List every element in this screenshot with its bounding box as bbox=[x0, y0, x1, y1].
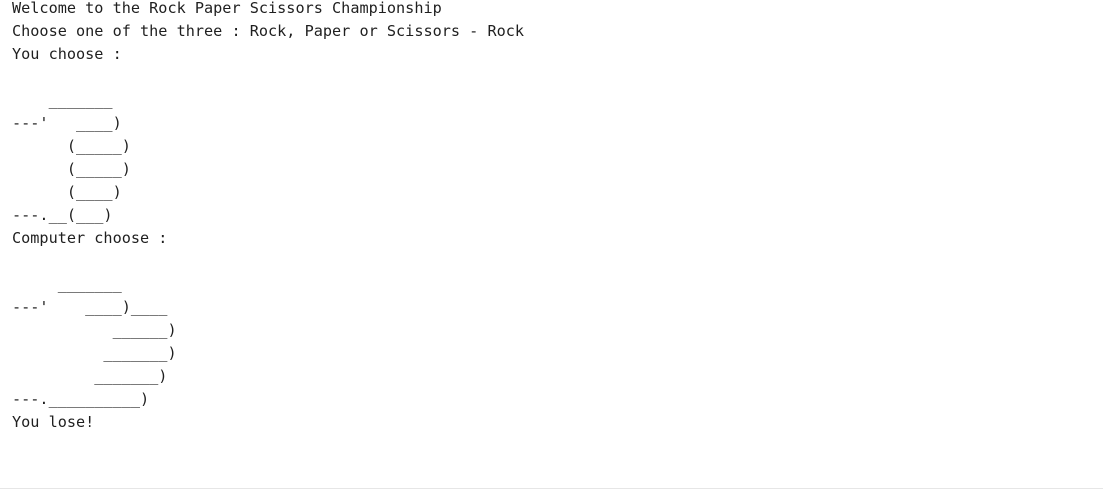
user-choice-header: You choose : bbox=[12, 45, 122, 63]
computer-paper-ascii-art: _______ ---' ____)____ ______) _______) … bbox=[12, 275, 177, 408]
computer-choice-header: Computer choose : bbox=[12, 229, 168, 247]
output-divider bbox=[0, 488, 1103, 489]
welcome-line: Welcome to the Rock Paper Scissors Champ… bbox=[12, 0, 442, 17]
prompt-line: Choose one of the three : Rock, Paper or… bbox=[12, 22, 525, 40]
user-rock-ascii-art: _______ ---' ____) (_____) (_____) (____… bbox=[12, 91, 131, 224]
result-line: You lose! bbox=[12, 413, 95, 431]
console-output: Welcome to the Rock Paper Scissors Champ… bbox=[12, 0, 1103, 434]
